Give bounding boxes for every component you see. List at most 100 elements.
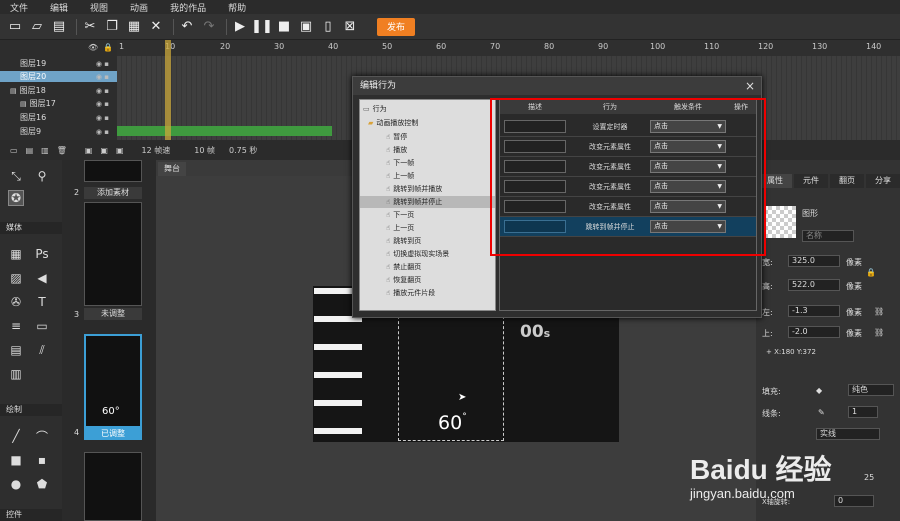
line-type-select[interactable]: 实线 — [816, 428, 880, 440]
delete-layer-icon[interactable]: ▥ — [41, 146, 49, 155]
expand-icon[interactable]: ⤡ — [8, 168, 24, 184]
menu-help[interactable]: 帮助 — [228, 1, 246, 14]
tree-item[interactable]: ☝ 下一帧 — [386, 157, 414, 169]
search-icon[interactable]: ⚲ — [34, 168, 50, 184]
left-input[interactable]: -1.3 — [788, 305, 840, 317]
paste-icon[interactable]: ▦ — [125, 18, 143, 36]
tree-item[interactable]: ☝ 上一帧 — [386, 170, 414, 182]
star-tool-icon[interactable]: ✪ — [8, 190, 24, 206]
menu-view[interactable]: 视图 — [90, 1, 108, 14]
add-layer-icon[interactable]: ▭ — [10, 146, 18, 155]
top-input[interactable]: -2.0 — [788, 326, 840, 338]
stroke-width-input[interactable]: 1 — [848, 406, 878, 418]
eye-lock-icon[interactable]: ◉ ▪ — [96, 114, 109, 122]
pentagon-icon[interactable]: ⬟ — [34, 476, 50, 492]
export-icon[interactable]: ⊠ — [341, 18, 359, 36]
playhead[interactable] — [165, 40, 171, 140]
page-thumbnail[interactable] — [84, 452, 142, 521]
undo-icon[interactable]: ↶ — [178, 18, 196, 36]
embed-icon[interactable]: ▤ — [8, 342, 24, 358]
tree-item[interactable]: ☝ 播放 — [386, 144, 407, 156]
stage-tab[interactable]: 舞台 — [158, 162, 186, 176]
new-file-icon[interactable]: ▭ — [6, 18, 24, 36]
tab-share[interactable]: 分享 — [866, 174, 900, 188]
tree-root[interactable]: ▭ 行为 — [363, 103, 387, 115]
frame-tool-icon[interactable]: ▣ — [85, 146, 93, 155]
tree-item[interactable]: ☝ 暂停 — [386, 131, 407, 143]
slideshow-icon[interactable]: ▭ — [34, 318, 50, 334]
save-icon[interactable]: ▤ — [50, 18, 68, 36]
page-thumbnail[interactable] — [84, 160, 142, 182]
frame-tool-icon[interactable]: ▣ — [116, 146, 124, 155]
pause-icon[interactable]: ❚❚ — [251, 18, 273, 36]
open-folder-icon[interactable]: ▱ — [28, 18, 46, 36]
fill-bucket-icon[interactable]: ◆ — [816, 386, 822, 395]
tree-item[interactable]: ☝ 上一页 — [386, 222, 414, 234]
draw-section[interactable]: 绘制 — [0, 404, 62, 416]
tree-item-selected[interactable]: ☝ 跳转到帧并停止 — [360, 196, 495, 208]
tree-item[interactable]: ☝ 切换虚拟现实场景 — [386, 248, 449, 260]
image-icon[interactable]: ▨ — [8, 270, 24, 286]
eye-lock-icon[interactable]: ◉ ▪ — [96, 73, 109, 81]
close-icon[interactable]: × — [745, 79, 755, 93]
text-icon[interactable]: T — [34, 294, 50, 310]
tree-item[interactable]: ☝ 播放元件片段 — [386, 287, 435, 299]
tree-item[interactable]: ☝ 禁止翻页 — [386, 261, 421, 273]
tab-components[interactable]: 元件 — [794, 174, 828, 188]
tree-item[interactable]: ☝ 下一页 — [386, 209, 414, 221]
timeline-layer[interactable]: 图层9 ◉ ▪ — [0, 126, 117, 137]
link-icon[interactable]: ⛓ — [874, 328, 884, 337]
publish-button[interactable]: 发布 — [377, 17, 416, 36]
redo-icon[interactable]: ↷ — [200, 18, 218, 36]
pen-icon[interactable]: ✎ — [818, 408, 825, 417]
delete-icon[interactable]: ✕ — [147, 18, 165, 36]
media-section[interactable]: 媒体 — [0, 222, 62, 234]
width-input[interactable]: 325.0 — [788, 255, 840, 267]
copy-icon[interactable]: ❐ — [103, 18, 121, 36]
menu-file[interactable]: 文件 — [10, 1, 28, 14]
page-thumbnail[interactable] — [84, 202, 142, 306]
timeline-layer[interactable]: 图层16 ◉ ▪ — [0, 112, 117, 123]
paragraph-icon[interactable]: ≡ — [8, 318, 24, 334]
preview-icon[interactable]: ▣ — [297, 18, 315, 36]
tree-item[interactable]: ☝ 跳转到帧并播放 — [386, 183, 442, 195]
frame-tool-icon[interactable]: ▣ — [100, 146, 108, 155]
eye-lock-icon[interactable]: ◉ ▪ — [96, 60, 109, 68]
aspect-lock-icon[interactable]: 🔒 — [866, 268, 876, 277]
video-icon[interactable]: ✇ — [8, 294, 24, 310]
timeline-layer[interactable]: ▤ 图层17 ◉ ▪ — [0, 98, 117, 109]
tree-group[interactable]: ▰ 动画播放控制 — [368, 117, 418, 129]
link-icon[interactable]: ⛓ — [874, 307, 884, 316]
frame-span[interactable] — [117, 126, 332, 136]
rounded-rect-icon[interactable]: ▪ — [34, 452, 50, 468]
page-thumbnail-selected[interactable]: 60° — [84, 334, 142, 428]
photoshop-icon[interactable]: Ps — [34, 246, 50, 262]
timeline-layer-group[interactable]: ▤ 图层18 ◉ ▪ — [0, 85, 117, 96]
chart-icon[interactable]: ⫽ — [34, 342, 50, 358]
play-icon[interactable]: ▶ — [231, 18, 249, 36]
menu-edit[interactable]: 编辑 — [50, 1, 68, 14]
menu-animation[interactable]: 动画 — [130, 1, 148, 14]
line-icon[interactable]: ╱ — [8, 428, 24, 444]
tree-item[interactable]: ☝ 跳转到页 — [386, 235, 421, 247]
curve-icon[interactable]: ⌒ — [34, 428, 50, 444]
rectangle-icon[interactable]: ■ — [8, 452, 24, 468]
image-icon[interactable]: ▦ — [8, 246, 24, 262]
visibility-icon[interactable]: 👁 — [88, 43, 98, 52]
lock-icon[interactable]: 🔒 — [103, 43, 113, 52]
stop-icon[interactable]: ■ — [275, 18, 293, 36]
height-input[interactable]: 522.0 — [788, 279, 840, 291]
tree-item[interactable]: ☝ 恢复翻页 — [386, 274, 421, 286]
add-folder-icon[interactable]: ▤ — [26, 146, 34, 155]
name-input[interactable]: 名称 — [802, 230, 854, 242]
timeline-ruler[interactable]: 1 10 20 30 40 50 60 70 80 90 100 110 120… — [117, 40, 900, 56]
circle-icon[interactable]: ● — [8, 476, 24, 492]
cut-icon[interactable]: ✂ — [81, 18, 99, 36]
controls-section[interactable]: 控件 — [0, 509, 62, 521]
eye-lock-icon[interactable]: ◉ ▪ — [96, 100, 109, 108]
audio-icon[interactable]: ◀ — [34, 270, 50, 286]
gallery-icon[interactable]: ▥ — [8, 366, 24, 382]
timeline-layer[interactable]: 图层19 ◉ ▪ — [0, 58, 117, 69]
device-preview-icon[interactable]: ▯ — [319, 18, 337, 36]
eye-lock-icon[interactable]: ◉ ▪ — [96, 87, 109, 95]
